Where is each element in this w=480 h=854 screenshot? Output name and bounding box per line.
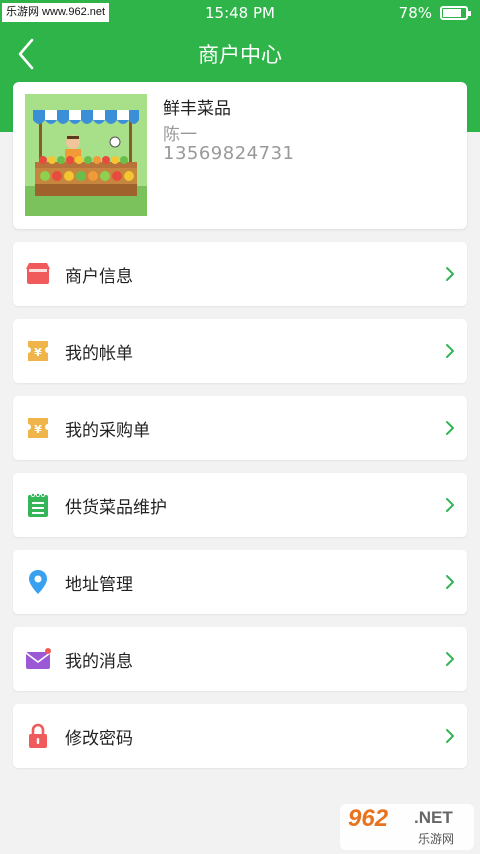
menu-item-change-password[interactable]: 修改密码 [13, 704, 467, 768]
mail-icon [25, 648, 51, 669]
menu-label: 商户信息 [65, 267, 133, 287]
chevron-right-icon [446, 575, 454, 589]
menu-label: 我的帐单 [65, 344, 133, 364]
owner-name: 陈一 [163, 125, 197, 145]
menu-label: 地址管理 [65, 575, 133, 595]
shop-name: 鲜丰菜品 [163, 99, 231, 119]
watermark-suffix: .NET [414, 808, 453, 827]
phone-number: 13569824731 [163, 143, 295, 164]
yen-ticket-icon: ¥ [28, 341, 48, 361]
location-pin-icon [29, 570, 47, 594]
chevron-right-icon [446, 729, 454, 743]
merchant-profile-card[interactable]: 鲜丰菜品 陈一 13569824731 [13, 82, 467, 229]
menu-item-address-management[interactable]: 地址管理 [13, 550, 467, 614]
menu-label: 修改密码 [65, 729, 133, 749]
battery-percent: 78% [398, 4, 432, 22]
menu-item-supply-maintenance[interactable]: 供货菜品维护 [13, 473, 467, 537]
svg-text:¥: ¥ [34, 346, 42, 359]
status-bar: 乐游网 www.962.net 15:48 PM 78% [0, 0, 480, 26]
page-title: 商户中心 [198, 43, 282, 67]
menu-item-my-bills[interactable]: ¥ 我的帐单 [13, 319, 467, 383]
site-watermark: 962 .NET 乐游网 [340, 804, 474, 850]
chevron-right-icon [446, 498, 454, 512]
menu-item-merchant-info[interactable]: 商户信息 [13, 242, 467, 306]
menu-item-my-messages[interactable]: 我的消息 [13, 627, 467, 691]
chevron-right-icon [446, 652, 454, 666]
screen: 乐游网 www.962.net 15:48 PM 78% 商户中心 鲜丰菜品 陈… [0, 0, 480, 854]
chevron-right-icon [446, 344, 454, 358]
watermark-logo: 962 [348, 805, 389, 832]
menu-label: 我的采购单 [65, 421, 150, 441]
store-icon [26, 263, 50, 284]
lock-icon [29, 723, 47, 748]
menu-label: 我的消息 [65, 652, 133, 672]
chevron-right-icon [446, 267, 454, 281]
menu-label: 供货菜品维护 [65, 498, 167, 518]
market-stall-illustration-icon [25, 94, 147, 216]
notepad-icon [28, 493, 48, 517]
battery-icon [440, 6, 471, 20]
watermark-caption: 乐游网 [418, 832, 455, 846]
merchant-avatar [25, 94, 147, 216]
yen-ticket-icon: ¥ [28, 418, 48, 438]
nav-bar: 商户中心 [0, 26, 480, 82]
svg-text:¥: ¥ [34, 423, 42, 436]
menu-item-purchase-orders[interactable]: ¥ 我的采购单 [13, 396, 467, 460]
chevron-right-icon [446, 421, 454, 435]
